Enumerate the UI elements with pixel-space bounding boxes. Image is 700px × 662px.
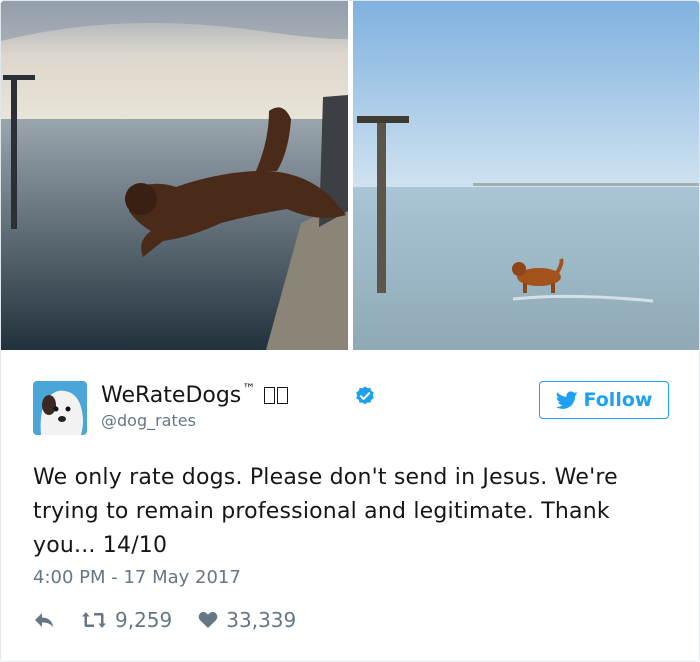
- tweet-media: [1, 1, 699, 351]
- tweet-card: WeRateDogs™ @dog_rates Follow We only ra…: [0, 0, 700, 662]
- heart-icon: [198, 611, 218, 628]
- emoji-glyph-icon: [264, 387, 276, 404]
- emoji-glyph-icon: [277, 387, 289, 404]
- retweet-count: 9,259: [115, 608, 173, 632]
- photo-dog-jumping[interactable]: [1, 1, 348, 350]
- display-name-text: WeRateDogs: [101, 383, 242, 408]
- tweet-timestamp[interactable]: 4:00 PM - 17 May 2017: [33, 567, 241, 588]
- twitter-bird-icon: [555, 390, 578, 409]
- tweet-text: We only rate dogs. Please don't send in …: [33, 465, 618, 558]
- user-handle[interactable]: @dog_rates: [101, 411, 196, 430]
- trademark-symbol: ™: [242, 382, 256, 397]
- photo-dog-running[interactable]: [353, 1, 699, 350]
- retweet-icon: [82, 612, 106, 628]
- avatar[interactable]: [33, 381, 87, 435]
- tweet-actions: 9,259 33,339: [33, 605, 322, 635]
- follow-button-label: Follow: [583, 389, 653, 411]
- follow-button[interactable]: Follow: [539, 381, 669, 419]
- like-button[interactable]: 33,339: [198, 608, 296, 632]
- reply-icon: [35, 613, 53, 627]
- tweet-header: WeRateDogs™ @dog_rates Follow: [33, 381, 673, 437]
- verified-badge-icon: [354, 385, 376, 407]
- like-count: 33,339: [226, 608, 297, 632]
- reply-button[interactable]: [33, 611, 55, 629]
- retweet-button[interactable]: 9,259: [81, 608, 172, 632]
- display-name[interactable]: WeRateDogs™: [101, 382, 289, 408]
